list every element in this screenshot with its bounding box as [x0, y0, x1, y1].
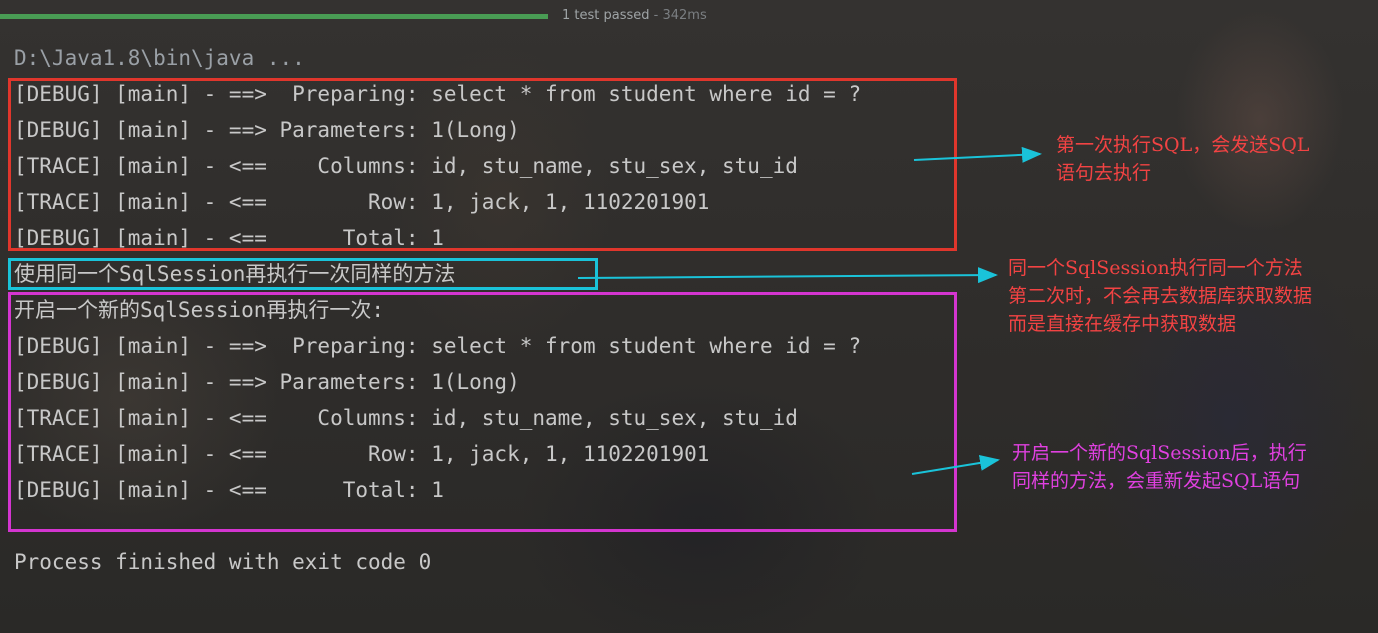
note-new-session: 开启一个新的SqlSession后，执行 同样的方法，会重新发起SQL语句: [1012, 442, 1307, 492]
note-cache-hit: 同一个SqlSession执行同一个方法 第二次时，不会再去数据库获取数据 而是…: [1008, 257, 1313, 335]
arrow-to-note-new-session: [911, 454, 1000, 475]
arrow-to-note-same-session: [577, 267, 998, 284]
note-first-query: 第一次执行SQL，会发送SQL 语句去执行: [1056, 134, 1310, 184]
arrow-to-note-first-query: [913, 146, 1042, 163]
